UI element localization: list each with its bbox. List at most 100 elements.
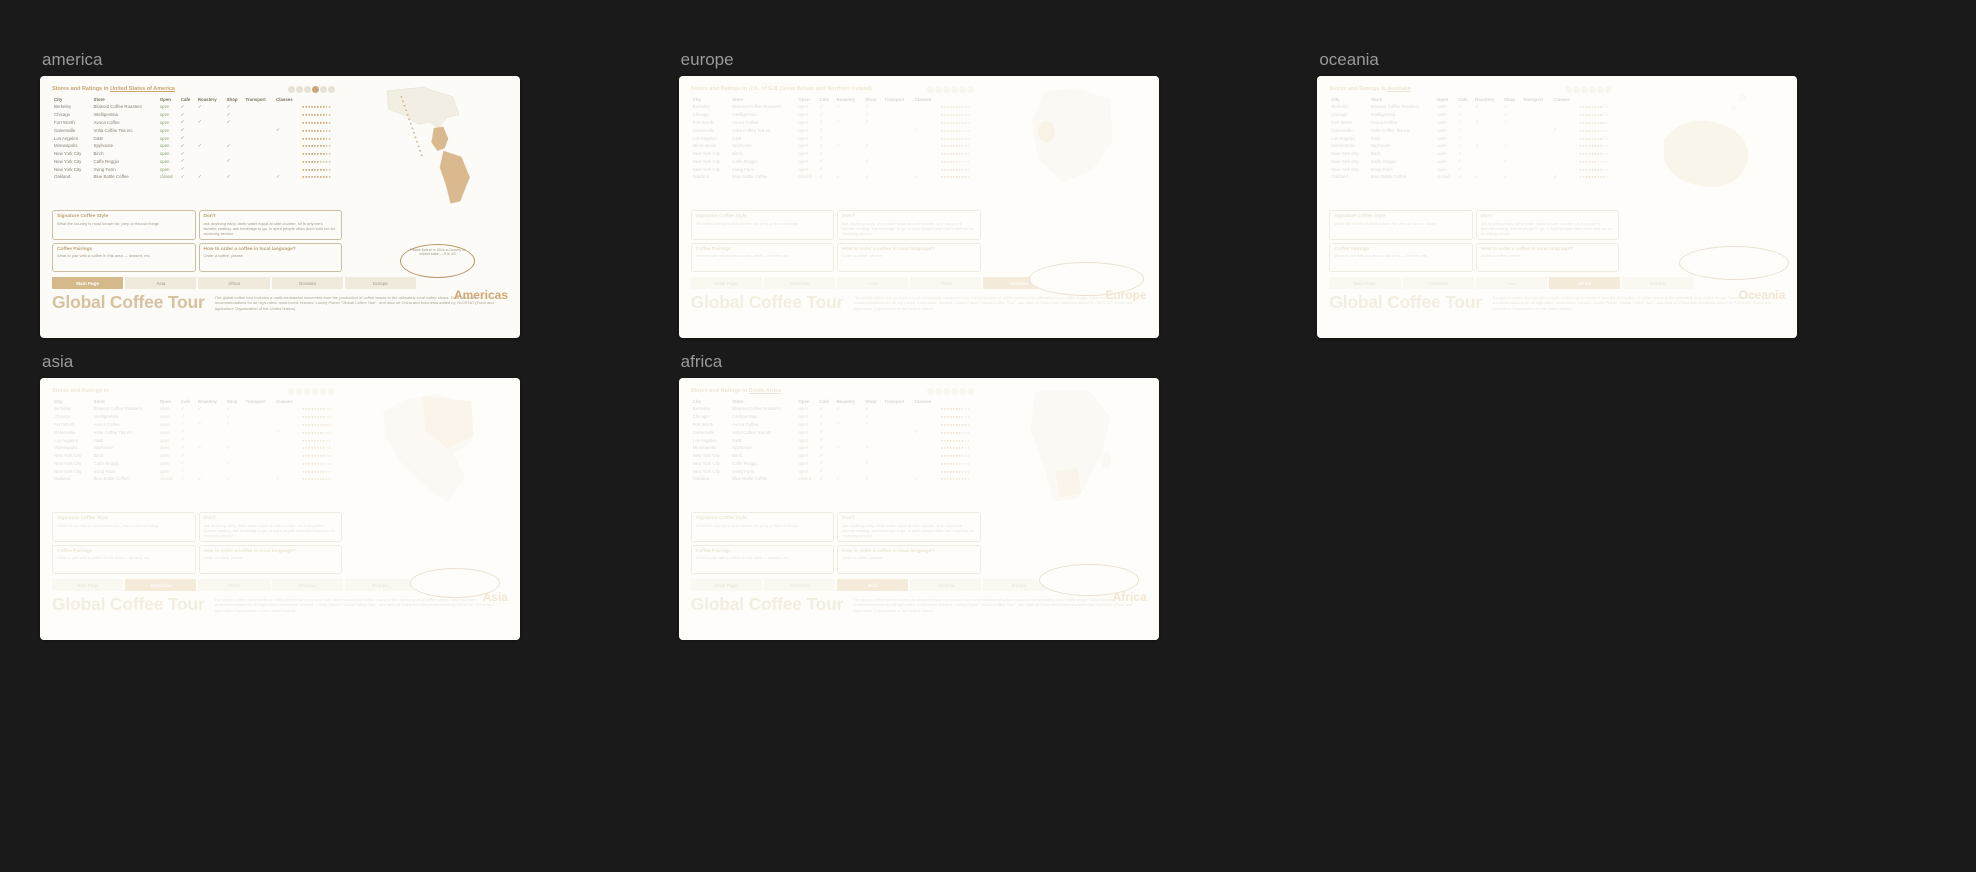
table-row[interactable]: New York CityBirchopen ✓ ●●●●●●●●●● [52, 452, 342, 460]
nav-main page[interactable]: Main Page [52, 579, 123, 591]
tile-2[interactable]: Coffee PairingsWhat to pair with a coffe… [52, 545, 196, 575]
table-row[interactable]: OaklandBlue Bottle Coffeeclosed ✓✓✓✓ ●●●… [52, 475, 342, 483]
tile-2[interactable]: Coffee PairingsWhat to pair with a coffe… [691, 243, 835, 273]
nav-oceania[interactable]: Oceania [272, 277, 343, 289]
nav-asia[interactable]: Asia [1476, 277, 1547, 289]
table-row[interactable]: New York CityCaffe Reggioopen ✓✓ ●●●●●●●… [1329, 157, 1619, 165]
table-row[interactable]: MinneapolisSpyhouseopen ✓✓✓ ●●●●●●●●●● [691, 142, 981, 150]
table-row[interactable]: Los AngelesG&Bopen ✓ ●●●●●●●●●● [52, 134, 342, 142]
table-row[interactable]: GainesvilleVolta Coffee Tea etcopen ✓✓ ●… [52, 126, 342, 134]
tile-1[interactable]: Don'task anything early, drink water equ… [1476, 210, 1620, 240]
nav-europe[interactable]: Europe [1622, 277, 1693, 289]
table-row[interactable]: ChicagoIntelligentsiaopen ✓✓ ●●●●●●●●●● [691, 111, 981, 119]
tile-0[interactable]: Signature Coffee StyleWhat the country i… [52, 512, 196, 542]
table-row[interactable]: New York CityIrving Farmopen ✓ ●●●●●●●●●… [1329, 165, 1619, 173]
table-row[interactable]: MinneapolisSpyhouseopen ✓✓✓ ●●●●●●●●●● [52, 444, 342, 452]
tile-3[interactable]: How to order a coffee in local language?… [199, 545, 343, 575]
table-row[interactable]: BerkeleyBlowout Coffee Roastersopen ✓✓✓ … [691, 405, 981, 413]
nav-africa[interactable]: Africa [198, 579, 269, 591]
tile-0[interactable]: Signature Coffee StyleWhat the country i… [691, 512, 835, 542]
dashboard-thumb-oceania[interactable]: Stores and Ratings in Australia CityStor… [1317, 76, 1797, 338]
tile-1[interactable]: Don'task anything early, drink water equ… [199, 512, 343, 542]
nav-europe[interactable]: Europe [345, 277, 416, 289]
table-row[interactable]: GainesvilleVolta Coffee Tea etcopen ✓✓ ●… [691, 428, 981, 436]
nav-oceania[interactable]: Oceania [910, 579, 981, 591]
map-america[interactable] [350, 86, 508, 206]
tile-0[interactable]: Signature Coffee StyleWhat the country i… [691, 210, 835, 240]
table-row[interactable]: New York CityIrving Farmopen ✓ ●●●●●●●●●… [691, 165, 981, 173]
nav-africa[interactable]: Africa [198, 277, 269, 289]
tile-2[interactable]: Coffee PairingsWhat to pair with a coffe… [52, 243, 196, 273]
table-row[interactable]: BerkeleyBlowout Coffee Roastersopen ✓✓✓ … [52, 405, 342, 413]
tile-1[interactable]: Don'task anything early, drink water equ… [837, 512, 981, 542]
dashboard-thumb-asia[interactable]: Stores and Ratings in CityStoreOpenCafeR… [40, 378, 520, 640]
table-row[interactable]: New York CityBirchopen ✓ ●●●●●●●●●● [691, 452, 981, 460]
tile-3[interactable]: How to order a coffee in local language?… [837, 545, 981, 575]
nav-africa[interactable]: Africa [1549, 277, 1620, 289]
nav-asia[interactable]: Asia [125, 277, 196, 289]
nav-africa[interactable]: Africa [910, 277, 981, 289]
table-row[interactable]: OaklandBlue Bottle Coffeeclosed ✓✓✓✓ ●●●… [691, 475, 981, 483]
tile-1[interactable]: Don'task anything early, drink water equ… [199, 210, 343, 240]
table-row[interactable]: New York CityCaffe Reggioopen ✓✓ ●●●●●●●… [52, 459, 342, 467]
table-row[interactable]: GainesvilleVolta Coffee Tea etcopen ✓✓ ●… [691, 126, 981, 134]
tile-0[interactable]: Signature Coffee StyleWhat the country i… [1329, 210, 1473, 240]
nav-main page[interactable]: Main Page [691, 277, 762, 289]
table-row[interactable]: MinneapolisSpyhouseopen ✓✓✓ ●●●●●●●●●● [1329, 142, 1619, 150]
table-row[interactable]: BerkeleyBlowout Coffee Roastersopen ✓✓✓ … [52, 103, 342, 111]
table-row[interactable]: New York CityBirchopen ✓ ●●●●●●●●●● [1329, 150, 1619, 158]
table-row[interactable]: MinneapolisSpyhouseopen ✓✓✓ ●●●●●●●●●● [691, 444, 981, 452]
dashboard-thumb-europe[interactable]: Stores and Ratings in U.K. of G.B (Great… [679, 76, 1159, 338]
table-row[interactable]: New York CityCaffe Reggioopen ✓✓ ●●●●●●●… [52, 157, 342, 165]
dashboard-thumb-america[interactable]: Stores and Ratings in United States of A… [40, 76, 520, 338]
nav-americas[interactable]: Americas [764, 579, 835, 591]
table-row[interactable]: New York CityBirchopen ✓ ●●●●●●●●●● [52, 150, 342, 158]
table-row[interactable]: New York CityIrving Farmopen ✓ ●●●●●●●●●… [52, 467, 342, 475]
table-row[interactable]: BerkeleyBlowout Coffee Roastersopen ✓✓✓ … [1329, 103, 1619, 111]
map-oceania[interactable] [1627, 86, 1785, 206]
table-row[interactable]: Fort WorthAvoca Coffeeopen ✓✓✓ ●●●●●●●●●… [52, 421, 342, 429]
table-row[interactable]: New York CityCaffe Reggioopen ✓✓ ●●●●●●●… [691, 157, 981, 165]
table-row[interactable]: New York CityBirchopen ✓ ●●●●●●●●●● [691, 150, 981, 158]
table-row[interactable]: New York CityIrving Farmopen ✓ ●●●●●●●●●… [52, 165, 342, 173]
table-row[interactable]: Fort WorthAvoca Coffeeopen ✓✓✓ ●●●●●●●●●… [691, 119, 981, 127]
table-row[interactable]: OaklandBlue Bottle Coffeeclosed ✓✓✓✓ ●●●… [1329, 173, 1619, 181]
table-row[interactable]: GainesvilleVolta Coffee Tea etcopen ✓✓ ●… [1329, 126, 1619, 134]
nav-americas[interactable]: Americas [764, 277, 835, 289]
tile-1[interactable]: Don'task anything early, drink water equ… [837, 210, 981, 240]
map-asia[interactable] [350, 388, 508, 508]
nav-americas[interactable]: Americas [1403, 277, 1474, 289]
table-row[interactable]: Los AngelesG&Bopen ✓ ●●●●●●●●●● [52, 436, 342, 444]
tile-2[interactable]: Coffee PairingsWhat to pair with a coffe… [1329, 243, 1473, 273]
table-row[interactable]: OaklandBlue Bottle Coffeeclosed ✓✓✓✓ ●●●… [691, 173, 981, 181]
nav-asia[interactable]: Asia [837, 579, 908, 591]
nav-main page[interactable]: Main Page [1329, 277, 1400, 289]
map-africa[interactable] [989, 388, 1147, 508]
table-row[interactable]: ChicagoIntelligentsiaopen ✓✓ ●●●●●●●●●● [52, 111, 342, 119]
nav-main page[interactable]: Main Page [691, 579, 762, 591]
tile-3[interactable]: How to order a coffee in local language?… [837, 243, 981, 273]
dashboard-thumb-africa[interactable]: Stores and Ratings in South Africa CityS… [679, 378, 1159, 640]
table-row[interactable]: MinneapolisSpyhouseopen ✓✓✓ ●●●●●●●●●● [52, 142, 342, 150]
table-row[interactable]: ChicagoIntelligentsiaopen ✓✓ ●●●●●●●●●● [52, 413, 342, 421]
table-row[interactable]: ChicagoIntelligentsiaopen ✓✓ ●●●●●●●●●● [691, 413, 981, 421]
table-row[interactable]: Fort WorthAvoca Coffeeopen ✓✓✓ ●●●●●●●●●… [691, 421, 981, 429]
table-row[interactable]: New York CityCaffe Reggioopen ✓✓ ●●●●●●●… [691, 459, 981, 467]
nav-oceania[interactable]: Oceania [272, 579, 343, 591]
table-row[interactable]: Los AngelesG&Bopen ✓ ●●●●●●●●●● [691, 436, 981, 444]
table-row[interactable]: Los AngelesG&Bopen ✓ ●●●●●●●●●● [1329, 134, 1619, 142]
tile-3[interactable]: How to order a coffee in local language?… [199, 243, 343, 273]
tile-3[interactable]: How to order a coffee in local language?… [1476, 243, 1620, 273]
table-row[interactable]: Los AngelesG&Bopen ✓ ●●●●●●●●●● [691, 134, 981, 142]
table-row[interactable]: Fort WorthAvoca Coffeeopen ✓✓✓ ●●●●●●●●●… [52, 119, 342, 127]
table-row[interactable]: OaklandBlue Bottle Coffeeclosed ✓✓✓✓ ●●●… [52, 173, 342, 181]
table-row[interactable]: BerkeleyBlowout Coffee Roastersopen ✓✓✓ … [691, 103, 981, 111]
table-row[interactable]: GainesvilleVolta Coffee Tea etcopen ✓✓ ●… [52, 428, 342, 436]
table-row[interactable]: ChicagoIntelligentsiaopen ✓✓ ●●●●●●●●●● [1329, 111, 1619, 119]
tile-2[interactable]: Coffee PairingsWhat to pair with a coffe… [691, 545, 835, 575]
nav-main page[interactable]: Main Page [52, 277, 123, 289]
table-row[interactable]: Fort WorthAvoca Coffeeopen ✓✓✓ ●●●●●●●●●… [1329, 119, 1619, 127]
nav-europe[interactable]: Europe [345, 579, 416, 591]
nav-asia[interactable]: Asia [837, 277, 908, 289]
tile-0[interactable]: Signature Coffee StyleWhat the country i… [52, 210, 196, 240]
